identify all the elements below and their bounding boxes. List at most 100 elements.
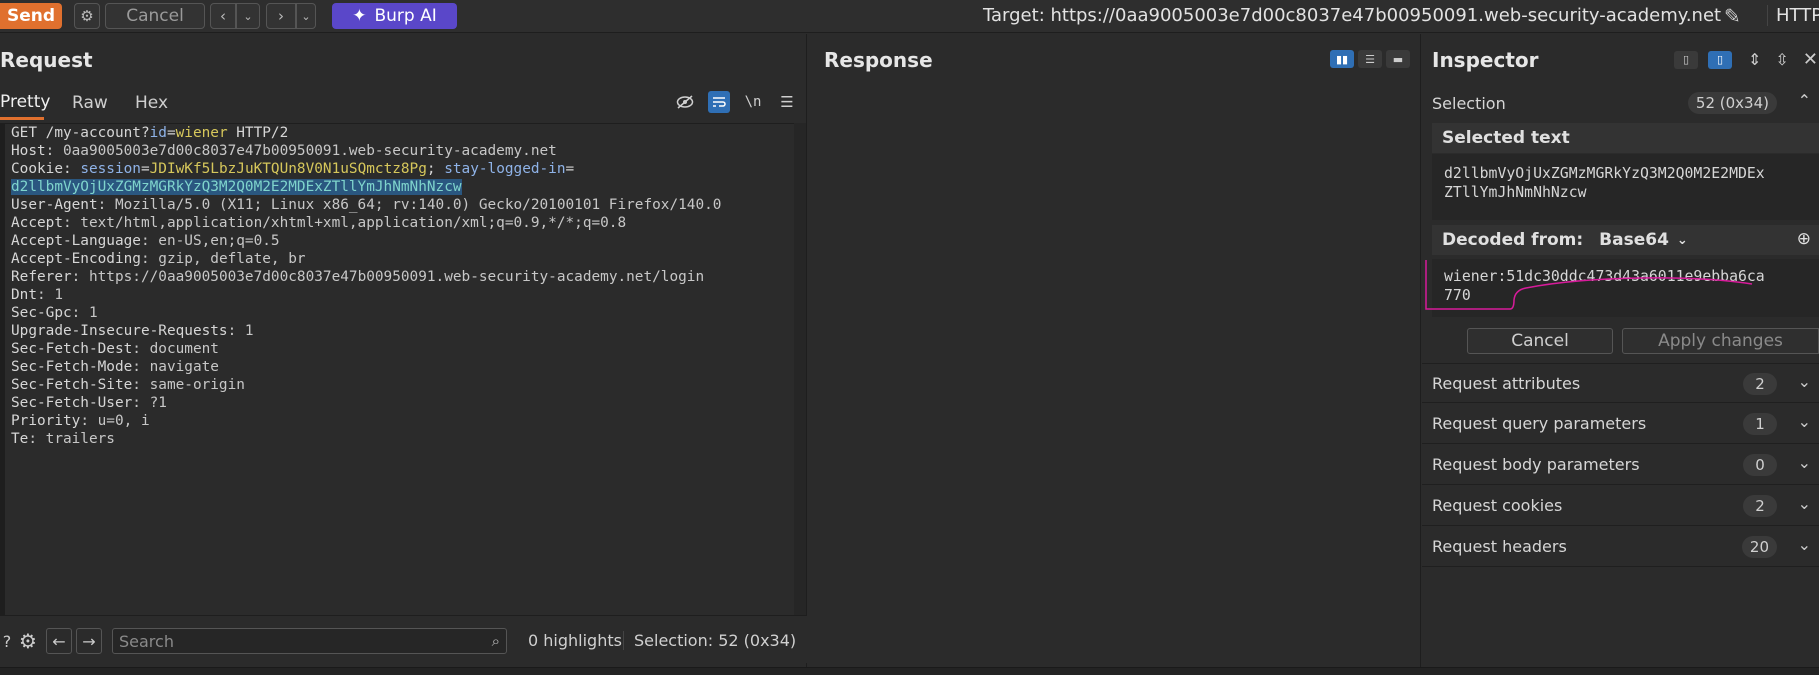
gear-icon: ⚙	[80, 7, 94, 25]
hide-nonprintable-icon[interactable]	[674, 91, 696, 113]
add-decoding-icon[interactable]: ⊕	[1797, 229, 1811, 249]
history-back-menu-button[interactable]: ⌄	[236, 3, 260, 29]
section-request-body-parameters[interactable]: Request body parameters 0 ⌄	[1422, 445, 1819, 485]
burp-ai-label: Burp AI	[374, 6, 437, 26]
section-label: Request headers	[1432, 537, 1567, 556]
highlights-count: 0 highlights	[528, 631, 622, 650]
section-request-attributes[interactable]: Request attributes 2 ⌄	[1422, 363, 1819, 403]
cookie-value: JDIwKf5LbzJuKTQUn8V0N1uSQmctz8Pg	[149, 161, 427, 177]
previous-match-button[interactable]: ←	[46, 628, 72, 654]
annotation-scribble	[1425, 260, 1753, 310]
chevron-up-icon: ⌃	[1797, 91, 1811, 110]
edit-target-button[interactable]: ✎	[1724, 4, 1750, 28]
send-button[interactable]: Send	[0, 3, 62, 29]
chevron-down-icon: ⌄	[243, 9, 253, 23]
layout-toggle: ▮▮ ☰ ▬	[1330, 50, 1410, 68]
tab-pretty[interactable]: Pretty	[0, 86, 50, 120]
chevron-left-icon: ‹	[220, 7, 226, 25]
target-url[interactable]: Target: https://0aa9005003e7d00c8037e47b…	[983, 5, 1721, 26]
count-badge: 2	[1743, 373, 1777, 395]
section-request-query-parameters[interactable]: Request query parameters 1 ⌄	[1422, 404, 1819, 444]
header-line: Te: trailers	[11, 431, 115, 447]
chevron-down-icon[interactable]: ⌄	[1677, 233, 1688, 248]
header-line: Upgrade-Insecure-Requests: 1	[11, 323, 254, 339]
header-key: Cookie	[11, 161, 63, 177]
status-bar	[0, 667, 1819, 675]
search-input[interactable]: Search ⌕	[112, 628, 507, 654]
header-line: User-Agent: Mozilla/5.0 (X11; Linux x86_…	[11, 197, 722, 213]
menu-icon[interactable]: ☰	[776, 91, 798, 113]
sparkle-icon: ✦	[352, 6, 367, 26]
response-title: Response	[824, 48, 933, 72]
selection-label: Selection	[1432, 93, 1506, 113]
decoding-select[interactable]: Base64	[1599, 230, 1669, 250]
search-settings-icon[interactable]: ⚙	[15, 628, 41, 654]
inspector-cancel-button[interactable]: Cancel	[1467, 328, 1613, 354]
section-label: Request query parameters	[1432, 414, 1647, 433]
header-line: Dnt: 1	[11, 287, 63, 303]
chevron-down-icon: ⌄	[1797, 453, 1811, 472]
count-badge: 0	[1743, 454, 1777, 476]
layout-side-by-side-icon[interactable]: ▮▮	[1330, 50, 1354, 68]
apply-changes-button[interactable]: Apply changes	[1622, 328, 1819, 354]
close-icon[interactable]: ✕	[1803, 49, 1818, 70]
history-back-button[interactable]: ‹	[210, 3, 236, 29]
selected-text-header: Selected text	[1432, 123, 1819, 153]
inspector-title: Inspector	[1432, 48, 1539, 72]
request-title: Request	[0, 48, 93, 72]
http-version-label[interactable]: HTTP/2	[1767, 5, 1819, 26]
inspector-layout-left-icon[interactable]: ▯	[1674, 50, 1698, 69]
layout-tabs-icon[interactable]: ▬	[1386, 50, 1410, 68]
section-request-cookies[interactable]: Request cookies 2 ⌄	[1422, 486, 1819, 526]
editor-options: \n ☰	[674, 91, 798, 113]
request-search-bar: ? ⚙ ← → Search ⌕ 0 highlights Selection:…	[0, 615, 807, 663]
editor-scrollbar[interactable]	[794, 123, 806, 615]
section-label: Request cookies	[1432, 496, 1563, 515]
section-request-headers[interactable]: Request headers 20 ⌄	[1422, 527, 1819, 567]
header-line: Sec-Fetch-User: ?1	[11, 395, 167, 411]
inspector-layout-right-icon[interactable]: ▯	[1708, 50, 1732, 69]
request-panel: Request Pretty Raw Hex \n ☰ GET /my-acco…	[0, 34, 807, 667]
header-line: Priority: u=0, i	[11, 413, 150, 429]
tab-raw[interactable]: Raw	[72, 86, 108, 120]
top-toolbar: Send ⚙ Cancel ‹ ⌄ › ⌄ ✦ Burp AI Target: …	[0, 0, 1819, 33]
decoded-from-header: Decoded from: Base64 ⌄ ⊕	[1432, 225, 1819, 255]
collapse-all-icon[interactable]: ⇳	[1775, 50, 1788, 69]
section-label: Request body parameters	[1432, 455, 1640, 474]
header-key: Host	[11, 143, 46, 159]
cancel-button[interactable]: Cancel	[105, 3, 205, 29]
send-settings-button[interactable]: ⚙	[74, 3, 100, 29]
burp-ai-button[interactable]: ✦ Burp AI	[332, 3, 457, 29]
expand-all-icon[interactable]: ⇕	[1748, 50, 1761, 69]
header-line: Sec-Gpc: 1	[11, 305, 98, 321]
pencil-icon: ✎	[1724, 4, 1741, 28]
chevron-right-icon: ›	[278, 7, 284, 25]
header-value: : 0aa9005003e7d00c8037e47b00950091.web-s…	[45, 143, 557, 159]
request-editor[interactable]: GET /my-account?id=wiener HTTP/2 Host: 0…	[0, 123, 800, 615]
header-line: Sec-Fetch-Dest: document	[11, 341, 219, 357]
history-forward-button[interactable]: ›	[266, 3, 296, 29]
request-line: GET /my-account?id=wiener HTTP/2	[11, 125, 289, 141]
layout-stacked-icon[interactable]: ☰	[1358, 50, 1382, 68]
inspector-tools: ▯ ▯ ⇕ ⇳ ✕	[1674, 49, 1818, 70]
decoded-from-label: Decoded from:	[1442, 230, 1584, 250]
selection-count-badge: 52 (0x34)	[1687, 92, 1777, 114]
arrow-right-icon: →	[82, 631, 96, 651]
count-badge: 1	[1743, 413, 1777, 435]
selected-text-line: d2llbmVyOjUxZGMzMGRkYzQ3M2Q0M2E2MDEx	[1444, 165, 1765, 182]
tab-hex[interactable]: Hex	[135, 86, 168, 120]
selected-text-box[interactable]: d2llbmVyOjUxZGMzMGRkYzQ3M2Q0M2E2MDEx ZTl…	[1432, 154, 1819, 220]
selection-section-header[interactable]: Selection 52 (0x34) ⌃	[1422, 83, 1819, 123]
cookie-name: stay-logged-in	[444, 161, 566, 177]
next-match-button[interactable]: →	[76, 628, 102, 654]
chevron-down-icon: ⌄	[1797, 372, 1811, 391]
word-wrap-icon[interactable]	[708, 91, 730, 113]
section-label: Request attributes	[1432, 373, 1581, 393]
header-line: Accept-Language: en-US,en;q=0.5	[11, 233, 280, 249]
header-line: Referer: https://0aa9005003e7d00c8037e47…	[11, 269, 705, 285]
cookie-name: session	[80, 161, 141, 177]
arrow-left-icon: ←	[52, 631, 66, 651]
inspector-panel: Inspector ▯ ▯ ⇕ ⇳ ✕ Selection 52 (0x34) …	[1422, 34, 1819, 667]
newline-icon[interactable]: \n	[742, 91, 764, 113]
history-forward-menu-button[interactable]: ⌄	[296, 3, 316, 29]
